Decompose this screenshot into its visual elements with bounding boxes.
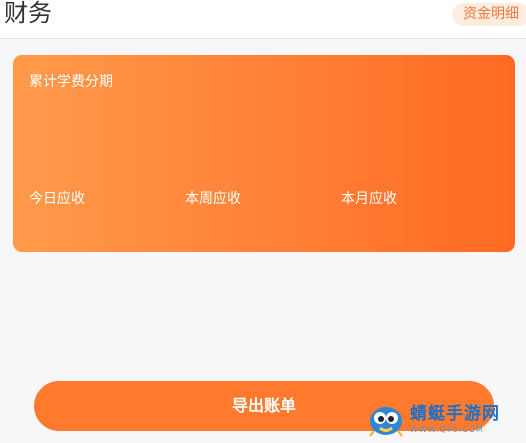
cumulative-installment-label: 累计学费分期 [29, 74, 113, 90]
watermark-url: WWW.QT6.COM [410, 425, 484, 434]
watermark: 蜻蜓手游网 WWW.QT6.COM [368, 402, 518, 438]
watermark-name: 蜻蜓手游网 [410, 404, 500, 424]
today-receivable-label: 今日应收 [29, 191, 85, 207]
month-receivable-label: 本月应收 [341, 191, 397, 207]
fund-details-button[interactable]: 资金明细 [452, 3, 526, 26]
top-header: 财务 资金明细 [0, 0, 526, 39]
page-title: 财务 [4, 0, 52, 27]
watermark-text: 蜻蜓手游网 WWW.QT6.COM [410, 406, 500, 434]
finance-page: 财务 资金明细 累计学费分期 今日应收 本周应收 本月应收 导出账单 蜻蜓手游网… [0, 0, 526, 443]
dragonfly-logo-icon [369, 407, 403, 437]
week-receivable-label: 本周应收 [185, 191, 241, 207]
tuition-summary-card: 累计学费分期 今日应收 本周应收 本月应收 [13, 55, 515, 252]
